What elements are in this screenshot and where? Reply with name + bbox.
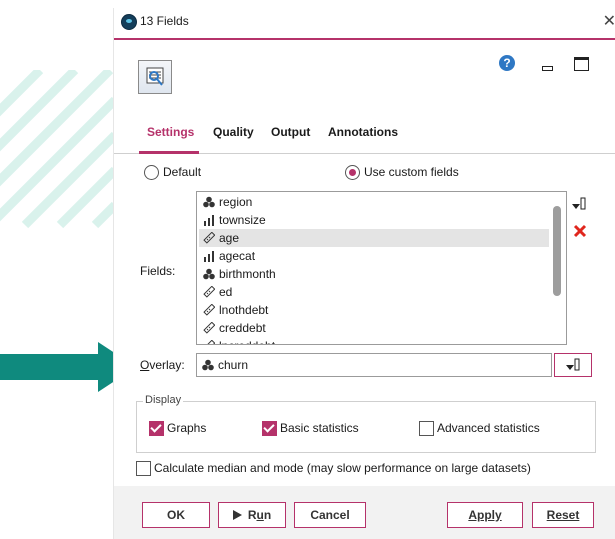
median-mode-checkbox[interactable]	[136, 461, 151, 476]
tab-annotations[interactable]: Annotations	[328, 125, 398, 139]
tab-bar: Settings Quality Output Annotations	[114, 125, 615, 154]
field-name: lncreddebt	[219, 339, 275, 344]
continuous-icon	[203, 232, 215, 244]
overlay-label: Overlay:	[140, 358, 185, 372]
custom-fields-radio[interactable]	[345, 165, 360, 180]
cancel-button[interactable]: Cancel	[294, 502, 366, 528]
run-label-end: n	[263, 508, 272, 522]
tab-output[interactable]: Output	[271, 125, 310, 139]
overlay-field[interactable]: churn	[196, 353, 552, 377]
custom-fields-radio-label: Use custom fields	[364, 165, 459, 179]
list-item[interactable]: ed	[199, 283, 549, 301]
list-item[interactable]: townsize	[199, 211, 549, 229]
node-icon	[138, 60, 172, 94]
reset-button[interactable]: Reset	[532, 502, 594, 528]
display-group-title: Display	[143, 394, 184, 406]
minimize-button[interactable]	[542, 66, 553, 71]
ok-button[interactable]: OK	[142, 502, 210, 528]
display-group: Display Graphs Basic statistics Advanced…	[136, 394, 596, 453]
list-item[interactable]: lncreddebt	[199, 337, 549, 344]
field-picker-icon	[566, 358, 580, 371]
graphs-checkbox[interactable]	[149, 421, 164, 436]
overlay-value: churn	[218, 358, 249, 372]
play-icon	[232, 510, 242, 520]
field-name: creddebt	[219, 321, 266, 335]
field-picker-icon[interactable]	[571, 196, 587, 212]
run-button[interactable]: Run	[218, 502, 286, 528]
advanced-statistics-label: Advanced statistics	[437, 421, 540, 435]
ordinal-icon	[204, 251, 214, 262]
default-radio[interactable]	[144, 165, 159, 180]
list-item[interactable]: birthmonth	[199, 265, 549, 283]
apply-label: Apply	[468, 508, 502, 522]
help-button[interactable]: ?	[499, 55, 515, 71]
run-label-hotkey: u	[256, 508, 264, 522]
maximize-button[interactable]	[574, 57, 589, 71]
nominal-icon	[203, 268, 215, 280]
field-name: lnothdebt	[219, 303, 269, 317]
overlay-field-picker-button[interactable]	[554, 353, 592, 377]
window-title: 13 Fields	[140, 14, 189, 28]
tab-quality[interactable]: Quality	[213, 125, 254, 139]
basic-statistics-checkbox[interactable]	[262, 421, 277, 436]
continuous-icon	[203, 322, 215, 334]
fields-list[interactable]: region townsize age agecat birthmonth ed…	[196, 191, 567, 345]
advanced-statistics-checkbox[interactable]	[419, 421, 434, 436]
median-mode-label: Calculate median and mode (may slow perf…	[154, 461, 531, 475]
default-radio-label: Default	[163, 165, 202, 179]
title-bar: 13 Fields ✕	[114, 8, 615, 40]
close-button[interactable]: ✕	[603, 11, 615, 31]
list-item[interactable]: age	[199, 229, 549, 247]
run-label-start: R	[247, 508, 257, 522]
continuous-icon	[203, 286, 215, 298]
overlay-label-text: verlay:	[149, 358, 185, 372]
dialog-window: 13 Fields ✕ ? Settings Quality Output An…	[113, 8, 615, 539]
app-icon	[121, 14, 137, 30]
field-name: ed	[219, 285, 233, 299]
list-item[interactable]: lnothdebt	[199, 301, 549, 319]
decorative-stripes	[0, 70, 115, 229]
nominal-icon	[202, 359, 214, 371]
overlay-label-hotkey: O	[140, 358, 150, 372]
continuous-icon	[203, 304, 215, 316]
active-tab-indicator	[139, 151, 199, 154]
apply-button[interactable]: Apply	[447, 502, 523, 528]
fields-label: Fields:	[140, 264, 176, 278]
ordinal-icon	[204, 215, 214, 226]
list-item[interactable]: region	[199, 193, 549, 211]
button-bar: OK Run Cancel Apply Reset	[114, 486, 615, 539]
field-name: region	[219, 195, 253, 209]
reset-label: Reset	[546, 508, 580, 522]
list-item[interactable]: creddebt	[199, 319, 549, 337]
nominal-icon	[203, 196, 215, 208]
field-name: agecat	[219, 249, 256, 263]
fields-scrollbar[interactable]	[553, 206, 561, 296]
continuous-icon	[203, 340, 215, 344]
field-name: age	[219, 231, 240, 245]
tab-settings[interactable]: Settings	[147, 125, 194, 139]
field-name: birthmonth	[219, 267, 276, 281]
basic-statistics-label: Basic statistics	[280, 421, 359, 435]
field-name: townsize	[219, 213, 266, 227]
list-item[interactable]: agecat	[199, 247, 549, 265]
delete-icon[interactable]	[572, 223, 588, 239]
data-audit-icon	[146, 67, 164, 86]
graphs-label: Graphs	[167, 421, 207, 435]
